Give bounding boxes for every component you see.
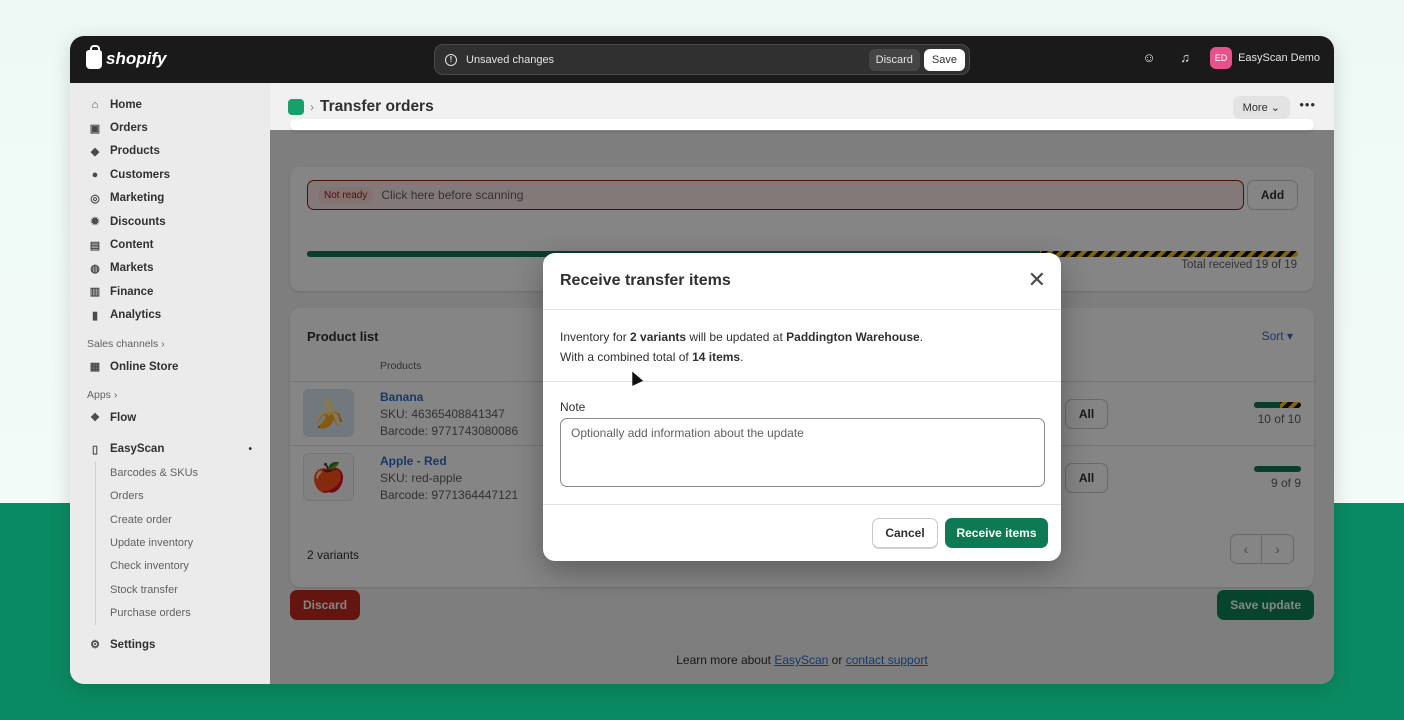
gear-icon: ⚙ [90, 639, 100, 651]
avatar: ED [1210, 47, 1233, 69]
note-label: Note [560, 400, 586, 414]
logo-text: shopify [106, 49, 167, 68]
app-window: shopify ! Unsaved changes Discard Save ☺… [70, 36, 1334, 684]
info-icon: ! [445, 53, 457, 66]
sidebar-subitem[interactable]: Barcodes & SKUs [95, 461, 270, 485]
chart-icon: ▮ [91, 309, 99, 322]
sidebar-subitem[interactable]: Stock transfer [95, 578, 270, 602]
shopify-logo[interactable]: shopify [86, 44, 167, 69]
sidebar-item-settings[interactable]: ⚙ Settings [70, 633, 270, 656]
receive-items-button[interactable]: Receive items [945, 518, 1048, 548]
sidebar-subitem[interactable]: Orders [95, 484, 270, 508]
sidebar-item-flow[interactable]: ❖ Flow [70, 406, 270, 429]
globe-icon: ◍ [90, 262, 100, 275]
ellipsis-icon[interactable]: ••• [1299, 97, 1316, 112]
topbar-discard-button[interactable]: Discard [868, 48, 920, 71]
divider [543, 504, 1061, 505]
modal-message: Inventory for 2 variants will be updated… [560, 330, 924, 364]
sidebar-item-easyscan[interactable]: ▯ EasyScan • [70, 438, 270, 461]
sidebar-item-content[interactable]: ▤ Content [70, 233, 270, 256]
sidebar-item-markets[interactable]: ◍ Markets [70, 257, 270, 280]
sidebar-subitem[interactable]: Update inventory [95, 531, 270, 555]
sidebar-item-discounts[interactable]: ✹ Discounts [70, 210, 270, 233]
sidekick-icon[interactable]: ☺ [1142, 51, 1156, 65]
note-textarea[interactable]: Optionally add information about the upd… [560, 418, 1045, 487]
pin-dot: • [248, 443, 252, 455]
sidebar-item-marketing[interactable]: ◎ Marketing [70, 187, 270, 210]
user-name: EasyScan Demo [1238, 52, 1320, 64]
cancel-button[interactable]: Cancel [872, 518, 938, 548]
page-title: Transfer orders [320, 97, 434, 115]
bank-icon: ▥ [89, 286, 101, 299]
apps-heading[interactable]: Apps › [70, 384, 270, 406]
sidebar-item-analytics[interactable]: ▮ Analytics [70, 304, 270, 327]
discount-icon: ✹ [90, 216, 100, 229]
sidebar-subitem[interactable]: Check inventory [95, 554, 270, 579]
orders-icon: ▣ [89, 122, 101, 135]
sidebar-item-finance[interactable]: ▥ Finance [70, 280, 270, 303]
sidebar-subitem[interactable]: Create order [95, 507, 270, 532]
modal-title: Receive transfer items [560, 272, 731, 289]
sidebar: ⌂ Home ▣ Orders ◆ Products ● Customers ◎ Marketin… [70, 83, 270, 684]
store-icon: ▦ [89, 361, 101, 374]
user-menu[interactable]: ED EasyScan Demo [1210, 47, 1320, 69]
receive-transfer-modal: Receive transfer items ✕ Inventory for 2… [543, 253, 1061, 561]
target-icon: ◎ [90, 192, 100, 205]
top-bar: shopify ! Unsaved changes Discard Save ☺… [70, 36, 1334, 83]
divider [543, 381, 1061, 382]
sidebar-item-online-store[interactable]: ▦ Online Store [70, 355, 270, 378]
modal-header: Receive transfer items ✕ [543, 253, 1061, 310]
flow-icon: ❖ [90, 412, 100, 425]
person-icon: ● [91, 168, 99, 181]
tag-icon: ◆ [90, 145, 100, 158]
content-icon: ▤ [89, 239, 101, 252]
shopify-bag-icon [86, 44, 102, 69]
more-actions-button[interactable]: More ⌄ [1232, 96, 1290, 119]
topbar-save-button[interactable]: Save [923, 48, 965, 71]
sidebar-subitem[interactable]: Purchase orders [95, 601, 270, 625]
sales-channels-heading[interactable]: Sales channels › [70, 333, 270, 355]
sidebar-item-orders[interactable]: ▣ Orders [70, 116, 270, 139]
sidebar-item-home[interactable]: ⌂ Home [70, 93, 270, 116]
unsaved-text: Unsaved changes [466, 53, 555, 66]
close-icon[interactable]: ✕ [1028, 269, 1046, 291]
bell-icon[interactable]: ♫ [1178, 51, 1192, 65]
unsaved-changes-bar: ! Unsaved changes Discard Save [434, 44, 970, 75]
breadcrumb-chevron-icon: › [310, 99, 314, 114]
home-icon: ⌂ [91, 98, 99, 111]
easyscan-app-icon[interactable] [288, 98, 304, 115]
scanner-icon: ▯ [91, 443, 99, 456]
sidebar-item-customers[interactable]: ● Customers [70, 163, 270, 186]
sidebar-item-products[interactable]: ◆ Products [70, 140, 270, 163]
topbar-right: ☺ ♫ ED EasyScan Demo [1142, 47, 1320, 69]
